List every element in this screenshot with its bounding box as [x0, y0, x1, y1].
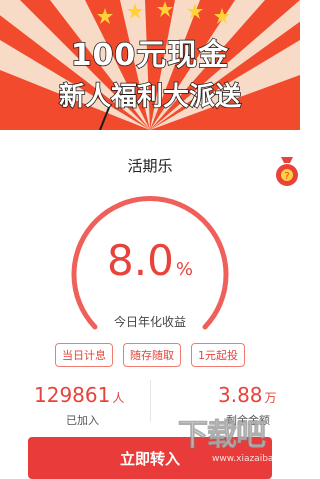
- rate-display: 8.0%: [0, 236, 300, 285]
- remaining-unit: 万: [264, 391, 277, 405]
- watermark-url: www.xiazaiba.com: [212, 454, 296, 464]
- remaining-amount: 3.88 万: [218, 383, 277, 407]
- joined-count: 129861 人: [34, 383, 124, 407]
- feature-tags: 当日计息 随存随取 1元起投: [0, 343, 300, 367]
- stats-divider: [150, 380, 151, 422]
- promo-banner[interactable]: 100元现金 新人福利大派送: [0, 0, 300, 130]
- joined-unit: 人: [112, 391, 125, 405]
- tag-flexible-access: 随存随取: [123, 343, 181, 367]
- banner-headline-1: 100元现金: [70, 37, 230, 74]
- banner-headline-2: 新人福利大派送: [58, 81, 242, 113]
- tag-min-investment: 1元起投: [191, 343, 245, 367]
- joined-label: 已加入: [66, 414, 99, 427]
- tag-same-day-interest: 当日计息: [55, 343, 113, 367]
- remaining-value: 3.88: [218, 383, 263, 407]
- product-name: 活期乐: [127, 157, 173, 175]
- watermark-logo: 下载吧: [178, 418, 267, 454]
- rate-value: 8.0: [107, 236, 174, 285]
- rate-unit: %: [175, 259, 193, 280]
- joined-value: 129861: [34, 383, 111, 407]
- rate-label: 今日年化收益: [113, 315, 186, 329]
